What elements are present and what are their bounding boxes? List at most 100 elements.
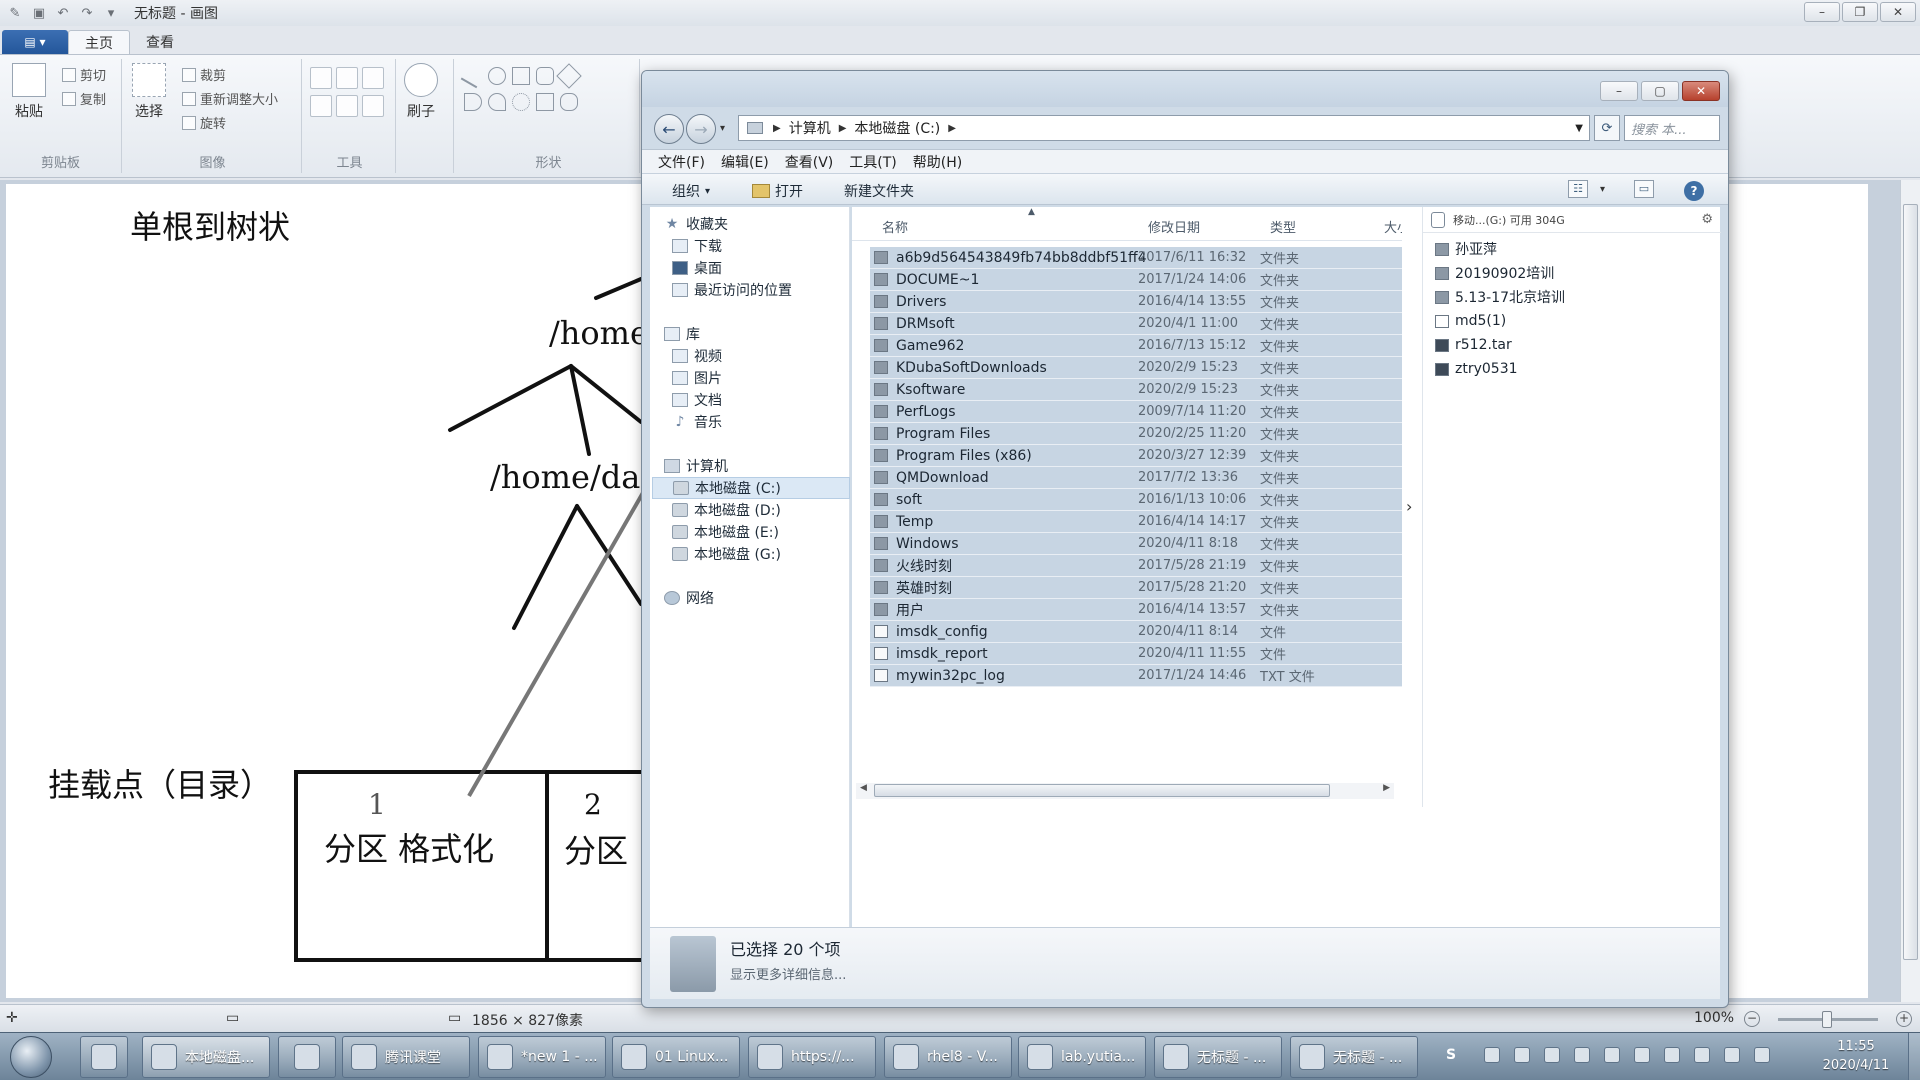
- wifi-icon[interactable]: [1604, 1047, 1620, 1063]
- search-input[interactable]: 搜索 本...: [1624, 115, 1720, 141]
- explorer-minimize-button[interactable]: –: [1600, 81, 1638, 101]
- taskbar-item[interactable]: 无标题 - ...: [1154, 1036, 1282, 1078]
- display-icon[interactable]: [1574, 1047, 1590, 1063]
- tray-app-icon-2[interactable]: [1664, 1047, 1680, 1063]
- table-row[interactable]: soft 2016/1/13 10:06 文件夹: [870, 489, 1402, 511]
- preview-list-item[interactable]: 20190902培训: [1435, 263, 1554, 283]
- text-icon[interactable]: [362, 67, 384, 89]
- table-row[interactable]: imsdk_report 2020/4/11 11:55 文件: [870, 643, 1402, 665]
- view-dropdown-icon[interactable]: ▾: [1600, 184, 1605, 195]
- menu-tools[interactable]: 工具(T): [849, 152, 896, 172]
- table-row[interactable]: DRMsoft 2020/4/1 11:00 文件夹: [870, 313, 1402, 335]
- table-row[interactable]: Program Files 2020/2/25 11:20 文件夹: [870, 423, 1402, 445]
- taskbar-item[interactable]: 无标题 - ...: [1290, 1036, 1418, 1078]
- table-row[interactable]: 英雄时刻 2017/5/28 21:20 文件夹: [870, 577, 1402, 599]
- table-row[interactable]: Ksoftware 2020/2/9 15:23 文件夹: [870, 379, 1402, 401]
- sogou-input-icon[interactable]: S: [1446, 1047, 1462, 1063]
- zoom-in-button[interactable]: +: [1896, 1011, 1912, 1027]
- view-options-icon[interactable]: ☷: [1568, 180, 1588, 198]
- tray-app-icon[interactable]: [1484, 1047, 1500, 1063]
- paint-scroll-thumb[interactable]: [1903, 204, 1918, 960]
- save-icon[interactable]: ▣: [30, 4, 48, 22]
- column-header-size[interactable]: 大小: [1384, 217, 1402, 236]
- crop-button[interactable]: 裁剪: [182, 65, 226, 84]
- column-header-type[interactable]: 类型: [1270, 217, 1296, 236]
- preview-list-item[interactable]: 孙亚萍: [1435, 239, 1497, 259]
- redo-icon[interactable]: ↷: [78, 4, 96, 22]
- arrow-shape-icon[interactable]: [464, 93, 482, 111]
- taskbar-item[interactable]: https://...: [748, 1036, 876, 1078]
- color-picker-icon[interactable]: [336, 95, 358, 117]
- scroll-right-icon[interactable]: ▶: [1383, 783, 1390, 793]
- qat-dropdown-icon[interactable]: ▾: [102, 4, 120, 22]
- preview-list-item[interactable]: ztry0531: [1435, 359, 1518, 379]
- column-header-name[interactable]: 名称: [882, 217, 908, 236]
- taskbar-item[interactable]: [278, 1036, 336, 1078]
- help-icon[interactable]: ?: [1684, 181, 1704, 201]
- volume-icon[interactable]: [1724, 1047, 1740, 1063]
- rotate-button[interactable]: 旋转: [182, 113, 226, 132]
- cut-button[interactable]: 剪切: [62, 65, 106, 84]
- table-row[interactable]: mywin32pc_log 2017/1/24 14:46 TXT 文件: [870, 665, 1402, 687]
- nav-drive-c[interactable]: 本地磁盘 (C:): [652, 477, 850, 499]
- taskbar-item[interactable]: lab.yutia...: [1018, 1036, 1146, 1078]
- table-row[interactable]: 火线时刻 2017/5/28 21:19 文件夹: [870, 555, 1402, 577]
- taskbar-item[interactable]: 01 Linux...: [612, 1036, 740, 1078]
- address-dropdown-icon[interactable]: ▼: [1575, 123, 1583, 134]
- tab-home[interactable]: 主页: [68, 30, 130, 54]
- nav-favorites[interactable]: ★ 收藏夹: [664, 213, 862, 235]
- settings-gear-icon[interactable]: ⚙: [1701, 212, 1713, 227]
- nav-network[interactable]: 网络: [664, 587, 862, 609]
- breadcrumb-drive-c[interactable]: 本地磁盘 (C:): [854, 118, 940, 138]
- nav-recent-places[interactable]: 最近访问的位置: [672, 279, 870, 301]
- nav-drive-e[interactable]: 本地磁盘 (E:): [672, 521, 870, 543]
- menu-file[interactable]: 文件(F): [658, 152, 705, 172]
- fill-icon[interactable]: [336, 67, 358, 89]
- callout-shape-icon[interactable]: [488, 93, 506, 111]
- table-row[interactable]: Temp 2016/4/14 14:17 文件夹: [870, 511, 1402, 533]
- eraser-icon[interactable]: [310, 95, 332, 117]
- file-list-horizontal-scrollbar[interactable]: ◀ ▶: [856, 783, 1394, 799]
- table-row[interactable]: Drivers 2016/4/14 13:55 文件夹: [870, 291, 1402, 313]
- scroll-left-icon[interactable]: ◀: [860, 783, 867, 793]
- explorer-close-button[interactable]: ✕: [1682, 81, 1720, 101]
- table-row[interactable]: imsdk_config 2020/4/11 8:14 文件: [870, 621, 1402, 643]
- monitor-icon[interactable]: [1694, 1047, 1710, 1063]
- horizontal-scroll-thumb[interactable]: [874, 784, 1330, 797]
- nav-libraries[interactable]: 库: [664, 323, 862, 345]
- show-desktop-button[interactable]: [1908, 1033, 1920, 1080]
- oval-shape-icon[interactable]: [488, 67, 506, 85]
- copy-button[interactable]: 复制: [62, 89, 106, 108]
- paint-vertical-scrollbar[interactable]: [1900, 180, 1920, 1002]
- nav-documents[interactable]: 文档: [672, 389, 870, 411]
- table-row[interactable]: PerfLogs 2009/7/14 11:20 文件夹: [870, 401, 1402, 423]
- network-tray-icon[interactable]: [1754, 1047, 1770, 1063]
- taskbar-item[interactable]: *new 1 - ...: [478, 1036, 606, 1078]
- menu-edit[interactable]: 编辑(E): [721, 152, 769, 172]
- paint-app-icon[interactable]: ✎: [6, 4, 24, 22]
- explorer-maximize-button[interactable]: ▢: [1641, 81, 1679, 101]
- start-button[interactable]: [10, 1036, 52, 1078]
- nav-music[interactable]: ♪ 音乐: [672, 411, 870, 433]
- new-folder-button[interactable]: 新建文件夹: [844, 181, 914, 201]
- paint-minimize-button[interactable]: –: [1804, 2, 1840, 22]
- table-row[interactable]: DOCUME~1 2017/1/24 14:06 文件夹: [870, 269, 1402, 291]
- open-button[interactable]: 打开: [752, 181, 803, 201]
- security-icon[interactable]: [1544, 1047, 1560, 1063]
- table-row[interactable]: 用户 2016/4/14 13:57 文件夹: [870, 599, 1402, 621]
- select-button[interactable]: 选择: [132, 63, 166, 121]
- nav-computer[interactable]: 计算机: [664, 455, 862, 477]
- taskbar-item[interactable]: 腾讯课堂: [342, 1036, 470, 1078]
- nav-pictures[interactable]: 图片: [672, 367, 870, 389]
- shield-icon[interactable]: [1514, 1047, 1530, 1063]
- nav-downloads[interactable]: 下载: [672, 235, 870, 257]
- nav-drive-g[interactable]: 本地磁盘 (G:): [672, 543, 870, 565]
- menu-help[interactable]: 帮助(H): [913, 152, 962, 172]
- recent-pages-dropdown-icon[interactable]: ▾: [720, 123, 725, 134]
- rectangle-shape-icon[interactable]: [512, 67, 530, 85]
- preview-list-item[interactable]: 5.13-17北京培训: [1435, 287, 1565, 307]
- pentagon-shape-icon[interactable]: [536, 93, 554, 111]
- cloud-callout-shape-icon[interactable]: [560, 93, 578, 111]
- nav-drive-d[interactable]: 本地磁盘 (D:): [672, 499, 870, 521]
- paint-file-menu-button[interactable]: ▤ ▾: [2, 30, 68, 54]
